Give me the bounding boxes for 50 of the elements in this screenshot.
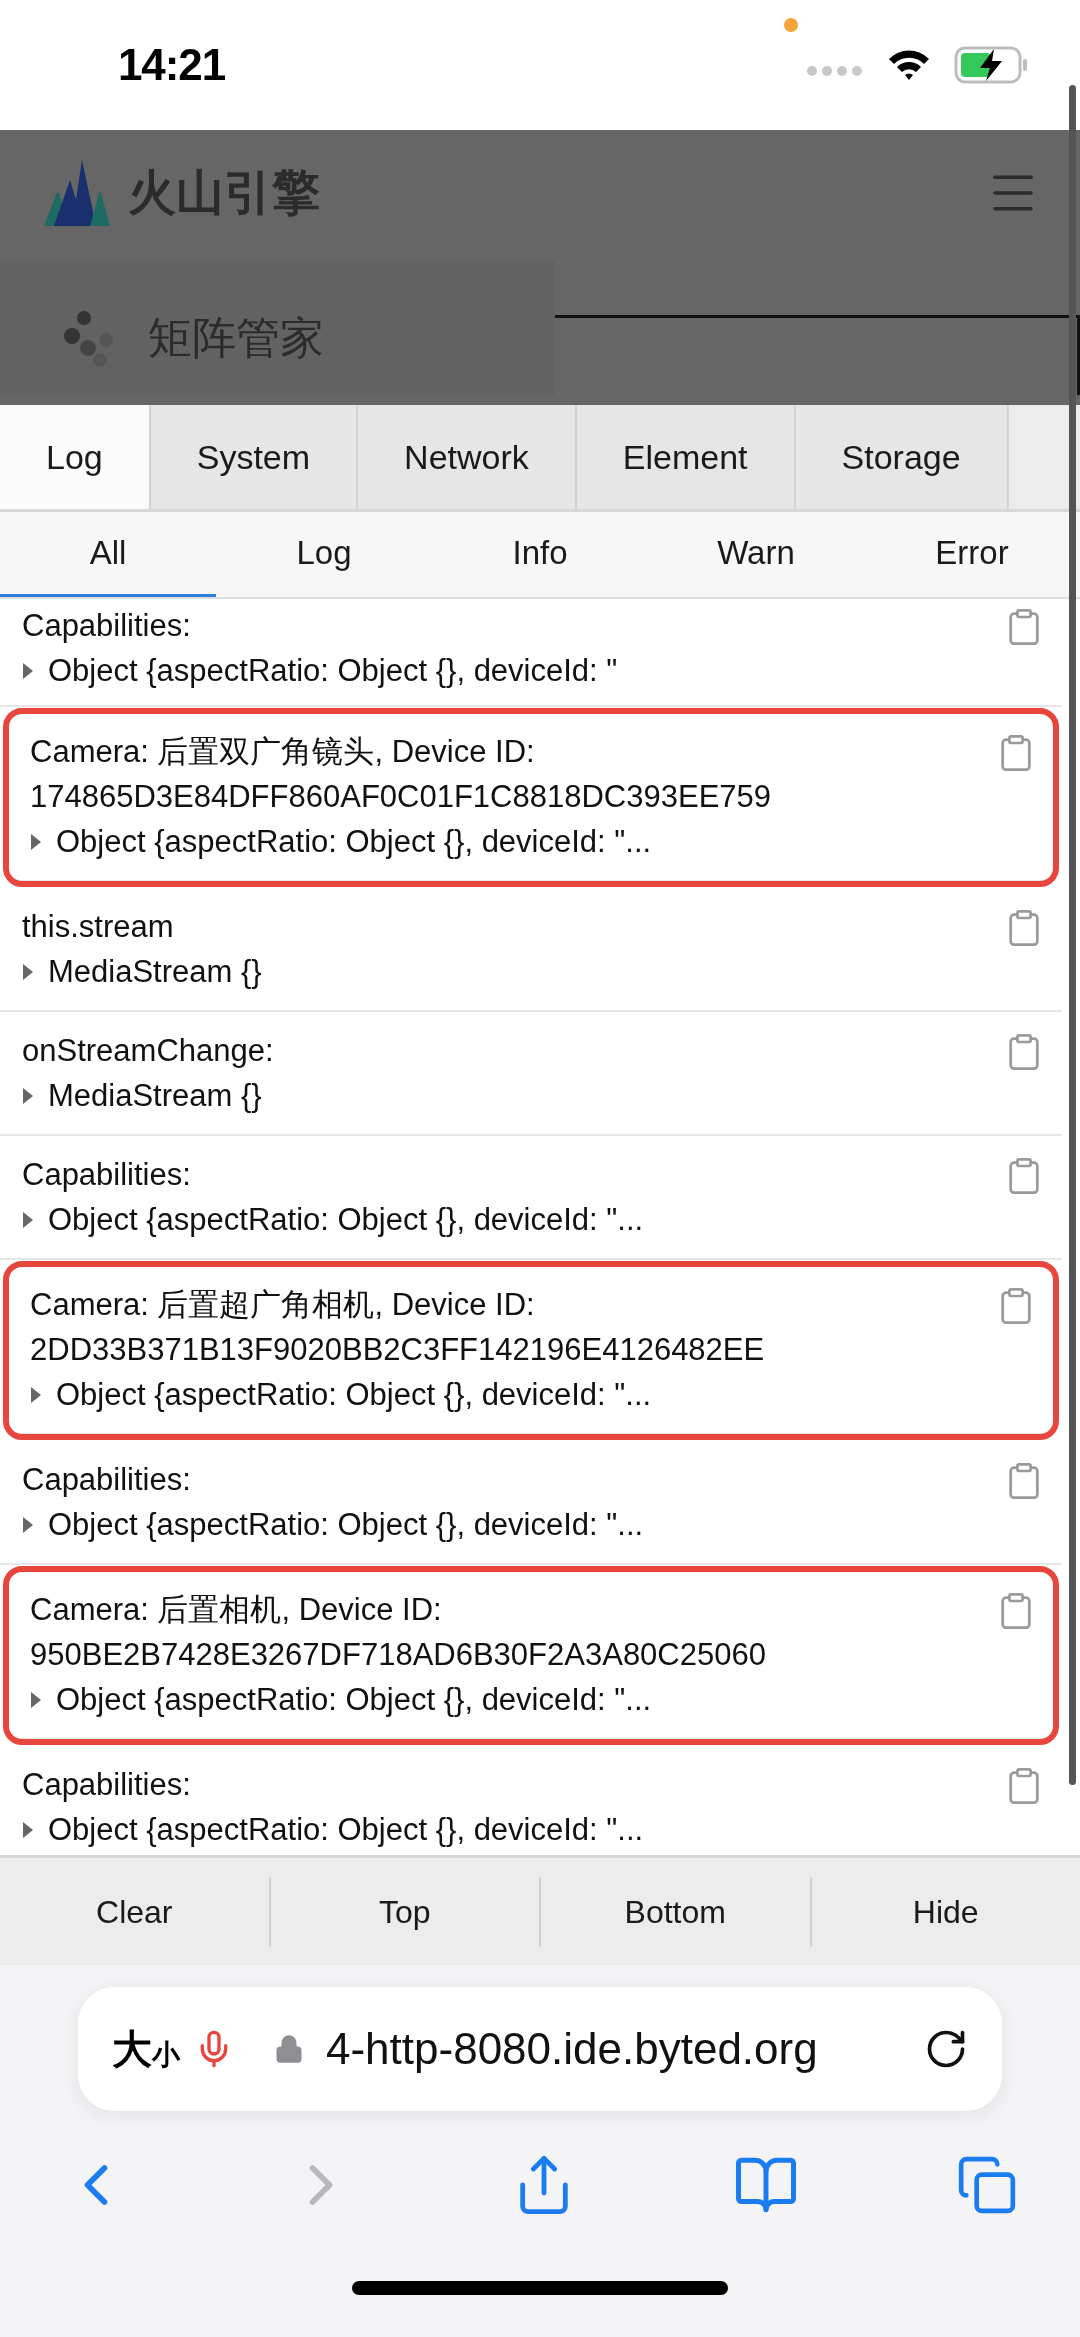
battery-charging-icon <box>954 45 1030 85</box>
console-action-button[interactable]: Bottom <box>541 1876 812 1947</box>
mountain-logo-icon <box>44 159 110 226</box>
text-size-button[interactable]: 大小 <box>112 2029 180 2069</box>
log-object[interactable]: Object {aspectRatio: Object {}, deviceId: "... <box>48 1502 644 1547</box>
filter-tab[interactable]: Warn <box>648 512 864 597</box>
log-object[interactable]: Object {aspectRatio: Object {}, deviceId: "... <box>56 1372 652 1417</box>
console-action-button[interactable]: Top <box>270 1876 541 1947</box>
brand-name: 火山引擎 <box>128 164 320 221</box>
log-message: Capabilities: <box>22 1461 192 1499</box>
clock: 14:21 <box>118 39 226 91</box>
expand-caret-icon[interactable] <box>22 660 34 681</box>
log-object[interactable]: Object {aspectRatio: Object {}, deviceId: "... <box>56 819 652 864</box>
console-tab[interactable]: Network <box>358 405 577 509</box>
log-message: Capabilities: <box>22 607 192 645</box>
log-object[interactable]: Object {aspectRatio: Object {}, deviceId: "... <box>48 1807 644 1852</box>
address-bar[interactable]: 大小 4-http-8080.ide.byted.org <box>78 1987 1002 2111</box>
log-message: Camera: 后置双广角镜头, Device ID: 174865D3E84DFF860AF0C01F1C8818DC393EE759 <box>30 733 773 816</box>
filter-tab[interactable]: Error <box>864 512 1080 597</box>
log-object[interactable]: Object {aspectRatio: Object {}, deviceId: "... <box>48 1197 644 1242</box>
filter-tab[interactable]: Log <box>216 512 432 597</box>
expand-caret-icon[interactable] <box>22 1514 34 1535</box>
expand-caret-icon[interactable] <box>22 961 34 982</box>
console-tab[interactable]: System <box>150 405 359 509</box>
expand-caret-icon[interactable] <box>22 1819 34 1840</box>
log-message: Capabilities: <box>22 1766 192 1804</box>
log-message: onStreamChange: <box>22 1032 275 1070</box>
lock-icon <box>274 2034 304 2064</box>
filter-tab[interactable]: Info <box>432 512 648 597</box>
log-object[interactable]: MediaStream {} <box>48 949 262 994</box>
log-message: this.stream <box>22 908 175 946</box>
expand-caret-icon[interactable] <box>30 1689 42 1710</box>
url-text[interactable]: 4-http-8080.ide.byted.org <box>326 2016 818 2082</box>
expand-caret-icon[interactable] <box>22 1085 34 1106</box>
signal-icon <box>807 66 862 76</box>
log-object[interactable]: Object {aspectRatio: Object {}, deviceId: "... <box>56 1677 652 1722</box>
log-message: Capabilities: <box>22 1156 192 1194</box>
console-tab[interactable]: Storage <box>795 405 1009 509</box>
expand-caret-icon[interactable] <box>22 1209 34 1230</box>
expand-caret-icon[interactable] <box>30 1384 42 1405</box>
console-action-button[interactable]: Clear <box>0 1876 271 1947</box>
console-tab[interactable]: Element <box>576 405 796 509</box>
console-tab[interactable]: Log <box>0 405 151 509</box>
tabs-icon[interactable] <box>956 2154 1018 2216</box>
log-object[interactable]: Object {aspectRatio: Object {}, deviceId: " <box>48 648 618 693</box>
expand-caret-icon[interactable] <box>30 831 42 852</box>
log-object[interactable]: MediaStream {} <box>48 1073 262 1118</box>
console-action-button[interactable]: Hide <box>811 1876 1080 1947</box>
log-message: Camera: 后置超广角相机, Device ID: 2DD33B371B13F9020BB2C3FF142196E4126482EE <box>30 1286 766 1369</box>
log-message: Camera: 后置相机, Device ID: 950BE2B7428E3267DF718AD6B30F2A3A80C25060 <box>30 1591 767 1674</box>
